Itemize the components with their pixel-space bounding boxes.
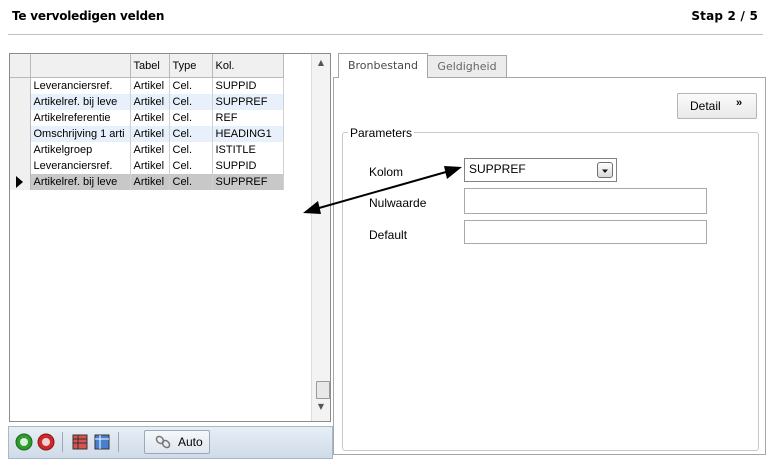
- table-row[interactable]: Artikelref. bij leve Artikel Cel. SUPPRE…: [10, 94, 284, 110]
- grid-toolbar: Auto: [8, 426, 333, 459]
- kolom-label: Kolom: [369, 165, 404, 179]
- scroll-down-icon[interactable]: ▼: [312, 402, 330, 414]
- parameters-legend: Parameters: [348, 126, 415, 140]
- cell-type[interactable]: Cel.: [169, 174, 213, 190]
- cell-name[interactable]: Leveranciersref.: [30, 158, 131, 174]
- cell-name[interactable]: Artikelreferentie: [30, 110, 131, 126]
- table-red-icon[interactable]: [71, 433, 89, 451]
- cell-kol[interactable]: HEADING1: [212, 126, 284, 142]
- cell-tabel[interactable]: Artikel: [130, 142, 170, 158]
- scroll-up-icon[interactable]: ▲: [312, 58, 330, 70]
- row-indicator: [10, 142, 31, 158]
- table-header-row: Tabel Type Kol.: [10, 54, 284, 78]
- header-type[interactable]: Type: [169, 54, 213, 78]
- cell-name[interactable]: Leveranciersref.: [30, 77, 131, 94]
- cell-kol[interactable]: SUPPID: [212, 77, 284, 94]
- cell-tabel[interactable]: Artikel: [130, 110, 170, 126]
- add-green-icon[interactable]: [15, 433, 33, 451]
- kolom-select[interactable]: SUPPREF: [464, 158, 617, 182]
- cell-kol[interactable]: REF: [212, 110, 284, 126]
- toolbar-separator: [62, 432, 63, 452]
- fields-grid[interactable]: Tabel Type Kol. Leveranciersref. Artikel…: [9, 53, 331, 422]
- vertical-scrollbar[interactable]: ▲ ▼: [311, 54, 330, 421]
- table-row[interactable]: Artikelgroep Artikel Cel. ISTITLE: [10, 142, 284, 158]
- header-tabel[interactable]: Tabel: [130, 54, 170, 78]
- default-label: Default: [369, 228, 408, 242]
- row-indicator: [10, 110, 31, 126]
- cell-tabel[interactable]: Artikel: [130, 158, 170, 174]
- auto-button[interactable]: Auto: [144, 430, 210, 454]
- scroll-thumb[interactable]: [316, 381, 330, 399]
- row-indicator: [10, 158, 31, 174]
- header-kol[interactable]: Kol.: [212, 54, 284, 78]
- row-indicator: [10, 77, 31, 94]
- cell-kol[interactable]: ISTITLE: [212, 142, 284, 158]
- row-pointer-icon: [10, 174, 31, 190]
- cell-tabel[interactable]: Artikel: [130, 126, 170, 142]
- nulwaarde-label: Nulwaarde: [369, 196, 427, 210]
- fields-table: Tabel Type Kol. Leveranciersref. Artikel…: [10, 54, 284, 190]
- nulwaarde-input[interactable]: [464, 188, 707, 214]
- row-indicator: [10, 126, 31, 142]
- link-icon: [154, 433, 172, 454]
- step-indicator: Stap 2 / 5: [691, 9, 758, 23]
- cell-kol[interactable]: SUPPREF: [212, 94, 284, 110]
- cell-type[interactable]: Cel.: [169, 110, 213, 126]
- detail-button[interactable]: Detail »: [677, 93, 757, 119]
- table-row-selected[interactable]: Artikelref. bij leve Artikel Cel. SUPPRE…: [10, 174, 284, 190]
- cell-name[interactable]: Artikelref. bij leve: [30, 174, 131, 190]
- cell-type[interactable]: Cel.: [169, 158, 213, 174]
- toolbar-separator: [118, 432, 119, 452]
- kolom-value: SUPPREF: [469, 162, 526, 176]
- cell-tabel[interactable]: Artikel: [130, 77, 170, 94]
- table-row[interactable]: Omschrijving 1 arti Artikel Cel. HEADING…: [10, 126, 284, 142]
- remove-red-icon[interactable]: [37, 433, 55, 451]
- auto-button-label: Auto: [178, 435, 203, 449]
- detail-button-label: Detail: [690, 99, 721, 113]
- cell-type[interactable]: Cel.: [169, 94, 213, 110]
- cell-type[interactable]: Cel.: [169, 77, 213, 94]
- cell-name[interactable]: Artikelgroep: [30, 142, 131, 158]
- cell-type[interactable]: Cel.: [169, 126, 213, 142]
- default-input[interactable]: [464, 220, 707, 244]
- cell-name[interactable]: Omschrijving 1 arti: [30, 126, 131, 142]
- row-indicator: [10, 94, 31, 110]
- page-title: Te vervoledigen velden: [12, 9, 165, 23]
- tab-geldigheid[interactable]: Geldigheid: [427, 55, 507, 78]
- table-blue-icon[interactable]: [93, 433, 111, 451]
- table-row[interactable]: Leveranciersref. Artikel Cel. SUPPID: [10, 158, 284, 174]
- cell-kol[interactable]: SUPPREF: [212, 174, 284, 190]
- header-indicator: [10, 54, 31, 78]
- cell-tabel[interactable]: Artikel: [130, 94, 170, 110]
- header-divider: [8, 34, 763, 35]
- table-row[interactable]: Artikelreferentie Artikel Cel. REF: [10, 110, 284, 126]
- dropdown-arrow-icon[interactable]: [597, 162, 613, 178]
- header-name[interactable]: [30, 54, 131, 78]
- double-chevron-down-icon: »: [736, 97, 743, 109]
- cell-tabel[interactable]: Artikel: [130, 174, 170, 190]
- tab-bronbestand[interactable]: Bronbestand: [338, 53, 428, 78]
- cell-kol[interactable]: SUPPID: [212, 158, 284, 174]
- table-row[interactable]: Leveranciersref. Artikel Cel. SUPPID: [10, 77, 284, 94]
- cell-name[interactable]: Artikelref. bij leve: [30, 94, 131, 110]
- cell-type[interactable]: Cel.: [169, 142, 213, 158]
